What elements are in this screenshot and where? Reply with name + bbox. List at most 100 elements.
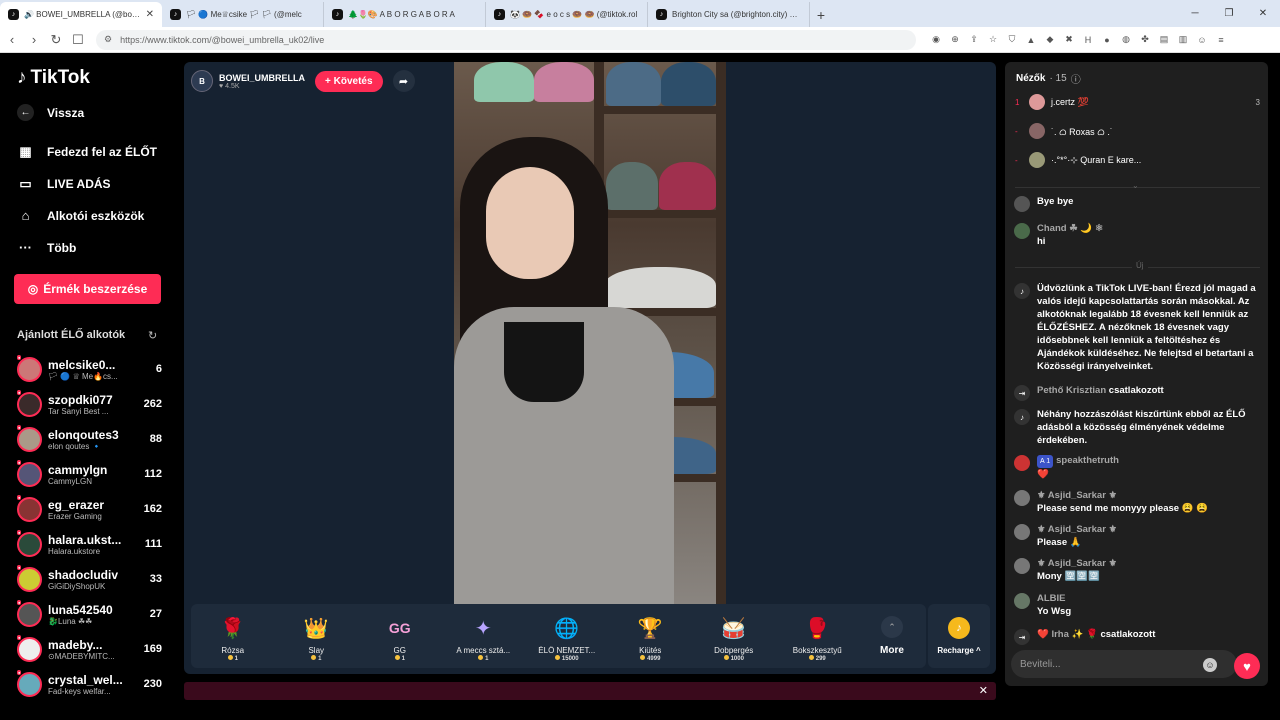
live-video[interactable] xyxy=(454,62,726,607)
close-icon[interactable]: ✕ xyxy=(979,684,988,697)
emoji-icon[interactable]: ☺ xyxy=(1203,658,1217,672)
chat-avatar[interactable] xyxy=(1014,455,1030,471)
nav-explore-live[interactable]: ▦ Fedezd fel az ÉLŐT xyxy=(17,143,157,160)
gift-item[interactable]: 🥊 Bokszkesztyű 299 xyxy=(776,604,860,668)
viewer-row[interactable]: 1 j.certz 💯 3 xyxy=(1015,94,1260,110)
creator-nickname: GiGiDiyShopUK xyxy=(48,581,106,591)
browser-tab[interactable]: ♪ Brighton City sa (@brighton.city) ÉLŐ xyxy=(648,2,810,27)
recharge-button[interactable]: ♪ Recharge ^ xyxy=(928,604,990,668)
bookmark-icon[interactable]: ☐ xyxy=(68,30,88,50)
extension-icon[interactable]: H xyxy=(1082,34,1094,46)
reload-icon[interactable]: ↻ xyxy=(46,30,66,50)
puzzle-icon[interactable]: ✤ xyxy=(1139,34,1151,46)
chat-username[interactable]: Pethő Krisztian xyxy=(1037,385,1106,396)
live-badge-icon: ● xyxy=(17,389,22,395)
chat-username[interactable]: ❤️ Irha ✨ 🌹 xyxy=(1037,629,1098,640)
chat-avatar[interactable] xyxy=(1014,490,1030,506)
chat-username[interactable]: speakthetruth xyxy=(1056,455,1119,466)
extension-icon[interactable]: ● xyxy=(1101,34,1113,46)
gift-item[interactable]: 🌐 ÉLŐ NEMZET... 15000 xyxy=(525,604,609,668)
creator-nickname: 🏳 🔵 ♕ Me🔥cs... xyxy=(48,371,118,381)
gift-name: GG xyxy=(393,646,406,655)
chat-username[interactable]: ⚜ Asjid_Sarkar ⚜ xyxy=(1037,490,1117,501)
creator-avatar: ● xyxy=(17,494,42,522)
follow-button[interactable]: + Követés xyxy=(315,70,383,92)
gift-item[interactable]: ✦ A meccs sztá... 1 xyxy=(442,604,526,668)
creator-item[interactable]: ● elonqoutes3 elon qoutes 🔹 88 xyxy=(17,423,162,455)
cast-icon[interactable]: ◉ xyxy=(930,34,942,46)
host-avatar[interactable]: B xyxy=(191,70,213,92)
browser-tab-active[interactable]: ♪ 🔊 BOWEI_UMBRELLA (@bowei ✕ xyxy=(0,2,162,27)
chat-avatar[interactable] xyxy=(1014,558,1030,574)
chat-username[interactable]: ⚜ Asjid_Sarkar ⚜ xyxy=(1037,558,1117,569)
forward-arrow-icon[interactable]: › xyxy=(24,30,44,50)
creator-item[interactable]: ● madeby... ⊙MADEBYMITC... 169 xyxy=(17,633,162,665)
split-icon[interactable]: ▥ xyxy=(1177,34,1189,46)
live-badge-icon: ● xyxy=(17,599,22,605)
browser-tab[interactable]: ♪ 🐼 🍩 🍫 e o c s 🍩 🍩 (@tiktok.rol xyxy=(486,2,648,27)
creator-item[interactable]: ● szopdki077 Tar Sanyi Best ... 262 xyxy=(17,388,162,420)
maximize-button[interactable]: ❐ xyxy=(1212,0,1246,27)
info-icon[interactable]: ⓘ xyxy=(1071,71,1081,86)
extension-icon[interactable]: ▲ xyxy=(1025,34,1037,46)
nav-live-studio[interactable]: ▭ LIVE ADÁS xyxy=(17,175,110,192)
message-body: ⚜ Asjid_Sarkar ⚜ Please send me monyyy pl… xyxy=(1037,489,1264,515)
close-tab-icon[interactable]: ✕ xyxy=(146,9,154,20)
creator-item[interactable]: ● melcsike0... 🏳 🔵 ♕ Me🔥cs... 6 xyxy=(17,353,162,385)
profile-icon[interactable]: ☺ xyxy=(1196,34,1208,46)
viewer-row[interactable]: - ·.°*°·⊹ Quran E kare... xyxy=(1015,152,1260,168)
browser-tab[interactable]: ♪ 🏳 🔵 Me♕csike 🏳 🏳 (@melc xyxy=(162,2,324,27)
chat-avatar[interactable] xyxy=(1014,223,1030,239)
chat-username[interactable]: Chand ☘ 🌙 ⚛ xyxy=(1037,223,1103,234)
extension-icon[interactable]: ◍ xyxy=(1120,34,1132,46)
like-heart-button[interactable]: ♥ xyxy=(1234,653,1260,679)
menu-icon[interactable]: ≡ xyxy=(1215,34,1227,46)
extension-icon[interactable]: ✖ xyxy=(1063,34,1075,46)
creator-name: madeby... xyxy=(48,637,103,652)
new-tab-button[interactable]: + xyxy=(810,2,832,27)
shield-icon[interactable]: ⛉ xyxy=(1006,34,1018,46)
host-name[interactable]: BOWEI_UMBRELLA xyxy=(219,73,305,83)
back-link[interactable]: ← Vissza xyxy=(17,104,84,121)
chat-username[interactable]: ⚜ Asjid_Sarkar ⚜ xyxy=(1037,524,1117,535)
gift-item[interactable]: GG GG 1 xyxy=(358,604,442,668)
extension-icon[interactable]: ◆ xyxy=(1044,34,1056,46)
close-window-button[interactable]: ✕ xyxy=(1246,0,1280,27)
more-gifts-button[interactable]: ⌃ More xyxy=(859,604,925,668)
star-icon[interactable]: ☆ xyxy=(987,34,999,46)
sidebar-icon[interactable]: ▤ xyxy=(1158,34,1170,46)
gift-item[interactable]: 👑 Slay 1 xyxy=(275,604,359,668)
get-coins-button[interactable]: ◎ Érmék beszerzése xyxy=(14,274,161,304)
chat-avatar[interactable] xyxy=(1014,593,1030,609)
nav-more[interactable]: ··· Több xyxy=(17,239,76,256)
back-arrow-icon[interactable]: ‹ xyxy=(2,30,22,50)
gift-item[interactable]: 🏆 Kiütés 4999 xyxy=(609,604,693,668)
tiktok-logo[interactable]: ♪ TikTok xyxy=(17,67,90,89)
chat-username[interactable]: ALBIE xyxy=(1037,593,1066,604)
gift-item[interactable]: 🌹 Rózsa 1 xyxy=(191,604,275,668)
address-bar[interactable]: ⚙ https://www.tiktok.com/@bowei_umbrella… xyxy=(96,29,916,50)
zoom-icon[interactable]: ⊕ xyxy=(949,34,961,46)
nav-creator-tools[interactable]: ⌂ Alkotói eszközök xyxy=(17,207,145,224)
refresh-icon[interactable]: ↻ xyxy=(148,329,157,342)
creator-item[interactable]: ● cammylgn CammyLGN 112 xyxy=(17,458,162,490)
gift-list: 🌹 Rózsa 1 👑 Slay 1 GG GG 1 ✦ A meccs sztá..… xyxy=(191,604,859,668)
chat-avatar[interactable] xyxy=(1014,524,1030,540)
chat-text: csatlakozott xyxy=(1100,629,1156,640)
creator-item[interactable]: ● eg_erazer Erazer Gaming 162 xyxy=(17,493,162,525)
creator-info: melcsike0... 🏳 🔵 ♕ Me🔥cs... xyxy=(48,358,136,381)
creator-item[interactable]: ● halara.ukst... Halara.ukstore 111 xyxy=(17,528,162,560)
chevron-down-icon[interactable]: ⌄ xyxy=(1132,181,1139,190)
share-arrow-icon[interactable]: ➦ xyxy=(392,70,415,92)
browser-tab[interactable]: ♪ 🌲🌷🎨 A B O R G A B O R A xyxy=(324,2,486,27)
share-icon[interactable]: ⇪ xyxy=(968,34,980,46)
creator-item[interactable]: ● crystal_wel... Fad-keys welfar... 230 xyxy=(17,668,162,700)
site-info-icon[interactable]: ⚙ xyxy=(104,34,112,45)
creator-info: crystal_wel... Fad-keys welfar... xyxy=(48,673,136,696)
chat-avatar[interactable] xyxy=(1014,196,1030,212)
viewer-row[interactable]: - ˙. ᜊ Roxas ᜊ .˙ xyxy=(1015,123,1260,139)
minimize-button[interactable]: ─ xyxy=(1178,0,1212,27)
gift-item[interactable]: 🥁 Dobpergés 1000 xyxy=(692,604,776,668)
creator-item[interactable]: ● shadocludiv GiGiDiyShopUK 33 xyxy=(17,563,162,595)
creator-item[interactable]: ● luna542540 🐉Luna ☘☘ 27 xyxy=(17,598,162,630)
